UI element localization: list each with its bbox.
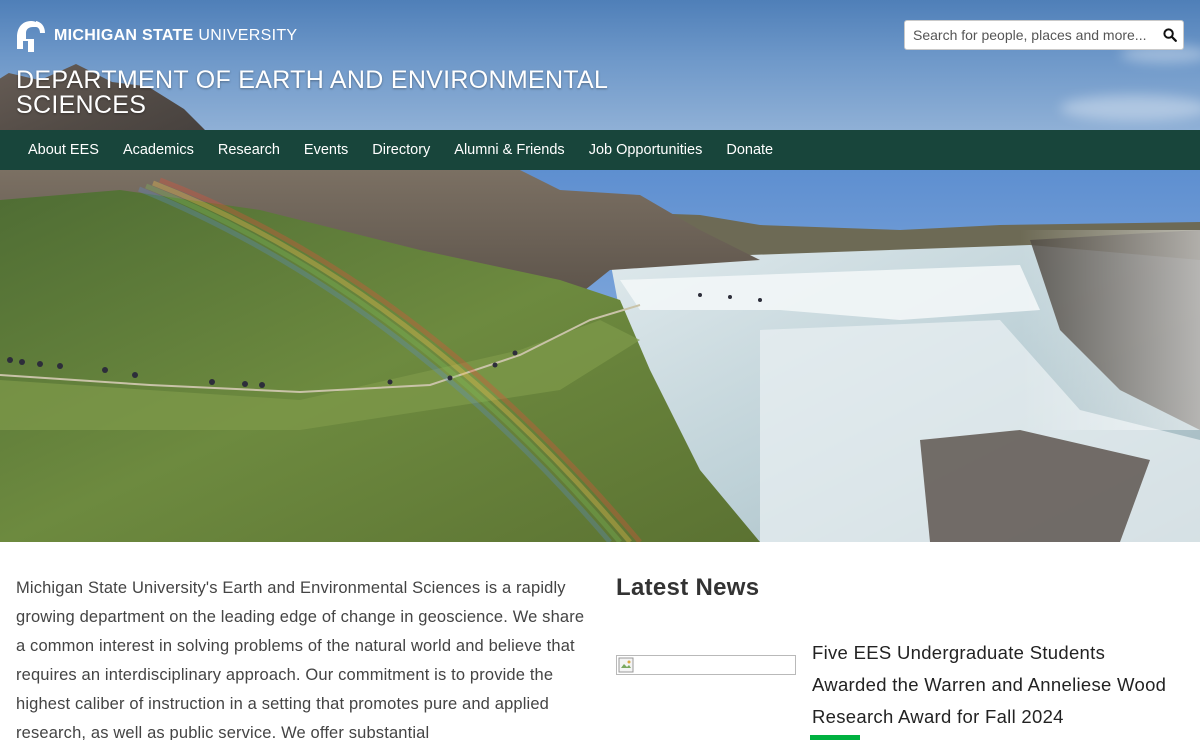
- intro-paragraph: Michigan State University's Earth and En…: [16, 579, 585, 740]
- nav-item-directory[interactable]: Directory: [360, 130, 442, 170]
- nav-item-job-opportunities[interactable]: Job Opportunities: [577, 130, 715, 170]
- search-input[interactable]: [905, 21, 1157, 49]
- spartan-helmet-icon: [17, 21, 45, 52]
- site-header: MICHIGAN STATE UNIVERSITY DEPARTMENT OF …: [0, 0, 1200, 130]
- nav-item-academics[interactable]: Academics: [111, 130, 206, 170]
- news-thumbnail-image[interactable]: [616, 655, 796, 675]
- nav-item-alumni-friends[interactable]: Alumni & Friends: [442, 130, 576, 170]
- waterfall-landscape-illustration: [0, 170, 1200, 542]
- site-search: [904, 20, 1184, 50]
- nav-item-events[interactable]: Events: [292, 130, 360, 170]
- nav-item-donate[interactable]: Donate: [714, 130, 785, 170]
- main-navigation: About EES Academics Research Events Dire…: [0, 130, 1200, 170]
- news-item-title-link[interactable]: Five EES Undergraduate Students Awarded …: [812, 637, 1172, 733]
- broken-image-icon: [618, 657, 634, 673]
- news-accent-bar: [810, 735, 860, 740]
- hero-image: [0, 170, 1200, 542]
- department-title: DEPARTMENT OF EARTH AND ENVIRONMENTAL SC…: [16, 66, 608, 119]
- search-button[interactable]: [1157, 21, 1183, 49]
- nav-item-about-ees[interactable]: About EES: [16, 130, 111, 170]
- cloud-decoration: [1060, 95, 1200, 121]
- latest-news-heading: Latest News: [616, 574, 760, 601]
- msu-logo-link[interactable]: MICHIGAN STATE UNIVERSITY: [16, 18, 297, 54]
- search-icon: [1163, 28, 1177, 42]
- nav-item-research[interactable]: Research: [206, 130, 292, 170]
- university-wordmark: MICHIGAN STATE UNIVERSITY: [54, 27, 298, 44]
